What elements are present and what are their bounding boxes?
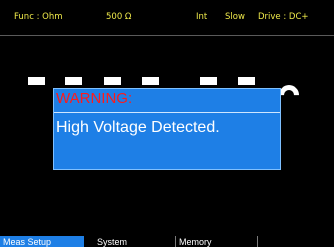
warning-dialog[interactable]: WARNING: High Voltage Detected. [53,88,281,170]
reading-dash [28,77,45,85]
reading-dash [104,77,121,85]
softkey-meas-setup[interactable]: Meas Setup [0,236,84,247]
reading-dash [65,77,82,85]
warning-title: WARNING: [56,90,133,107]
dialog-separator [54,112,280,113]
softkey-bar: Meas Setup System Memory [0,236,334,247]
softkey-system[interactable]: System [94,236,174,247]
reading-dash [200,77,217,85]
reading-dash [142,77,159,85]
softkey-blank[interactable] [258,236,334,247]
warning-message: High Voltage Detected. [56,119,220,136]
reading-dash [238,77,255,85]
softkey-memory[interactable]: Memory [176,236,256,247]
